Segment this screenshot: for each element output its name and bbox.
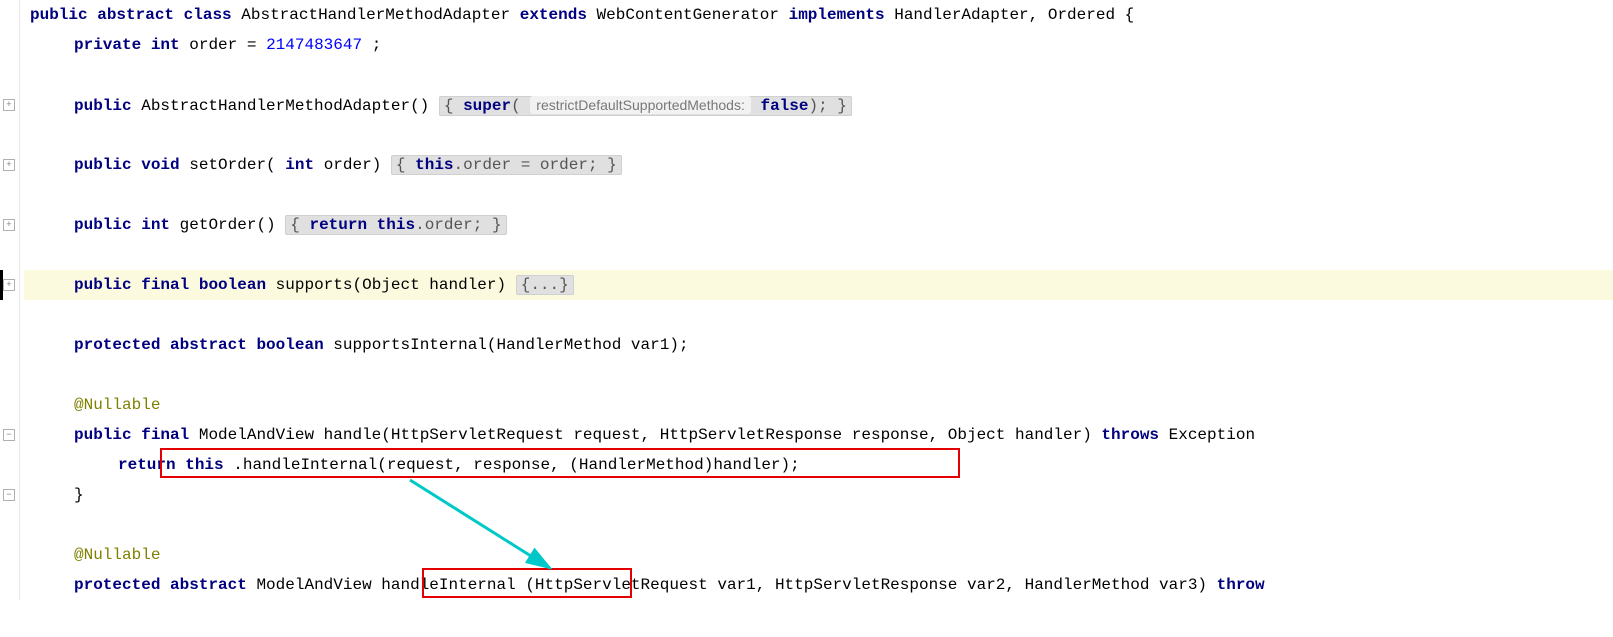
code-line[interactable]: private int order = 2147483647 ; xyxy=(24,30,1613,60)
fold-toggle-icon[interactable]: + xyxy=(3,159,15,171)
code-text: order = xyxy=(189,36,266,54)
keyword: class xyxy=(184,6,232,24)
code-text: setOrder( xyxy=(189,156,275,174)
caret-indicator xyxy=(0,270,3,300)
keyword: boolean xyxy=(199,276,266,294)
type-name: WebContentGenerator xyxy=(597,6,779,24)
keyword: this xyxy=(185,456,223,474)
keyword: public xyxy=(74,426,132,444)
keyword: int xyxy=(285,156,314,174)
code-line[interactable]: public AbstractHandlerMethodAdapter() { … xyxy=(24,90,1613,120)
code-line[interactable]: return this .handleInternal(request, res… xyxy=(24,450,1613,480)
code-text: (HttpServletRequest var1, HttpServletRes… xyxy=(525,576,1216,594)
code-text: order) xyxy=(324,156,382,174)
code-line-blank[interactable] xyxy=(24,240,1613,270)
code-text: } xyxy=(74,486,84,504)
code-line-blank[interactable] xyxy=(24,510,1613,540)
code-line-blank[interactable] xyxy=(24,60,1613,90)
keyword: public xyxy=(30,6,88,24)
keyword: throw xyxy=(1217,576,1265,594)
method-name: handleInternal xyxy=(381,576,515,594)
parameter-hint: restrictDefaultSupportedMethods: xyxy=(530,96,751,114)
folded-block[interactable]: { return this.order; } xyxy=(285,215,506,235)
keyword: int xyxy=(151,36,180,54)
code-text: ; xyxy=(372,36,382,54)
keyword: abstract xyxy=(170,576,247,594)
keyword: public xyxy=(74,216,132,234)
code-text: supportsInternal(HandlerMethod var1); xyxy=(333,336,688,354)
keyword: abstract xyxy=(170,336,247,354)
type-name: ModelAndView xyxy=(256,576,381,594)
keyword: protected xyxy=(74,576,160,594)
class-name: AbstractHandlerMethodAdapter xyxy=(241,6,510,24)
code-line[interactable]: public final ModelAndView handle(HttpSer… xyxy=(24,420,1613,450)
annotation: @Nullable xyxy=(74,546,160,564)
keyword: final xyxy=(141,276,189,294)
fold-toggle-icon[interactable]: + xyxy=(3,99,15,111)
code-line-blank[interactable] xyxy=(24,360,1613,390)
fold-toggle-icon[interactable]: + xyxy=(3,219,15,231)
keyword: extends xyxy=(520,6,587,24)
code-line[interactable]: public int getOrder() { return this.orde… xyxy=(24,210,1613,240)
code-line[interactable]: @Nullable xyxy=(24,540,1613,570)
keyword: protected xyxy=(74,336,160,354)
keyword: void xyxy=(141,156,179,174)
keyword: abstract xyxy=(97,6,174,24)
type-name: ModelAndView xyxy=(199,426,314,444)
code-text: HandlerAdapter, Ordered { xyxy=(894,6,1134,24)
keyword: final xyxy=(141,426,189,444)
keyword: return xyxy=(118,456,185,474)
number-literal: 2147483647 xyxy=(266,36,362,54)
fold-toggle-icon[interactable]: + xyxy=(3,279,15,291)
code-line[interactable]: protected abstract boolean supportsInter… xyxy=(24,330,1613,360)
folded-block[interactable]: { super( restrictDefaultSupportedMethods… xyxy=(439,96,852,116)
folded-block[interactable]: {...} xyxy=(516,275,574,295)
code-text: Exception xyxy=(1169,426,1255,444)
code-text: getOrder() xyxy=(180,216,276,234)
editor-gutter: + + + + − − xyxy=(0,0,20,600)
code-line-blank[interactable] xyxy=(24,300,1613,330)
keyword: implements xyxy=(789,6,885,24)
code-text: handle(HttpServletRequest request, HttpS… xyxy=(324,426,1092,444)
code-editor[interactable]: public abstract class AbstractHandlerMet… xyxy=(24,0,1613,600)
keyword: public xyxy=(74,97,132,115)
keyword: public xyxy=(74,276,132,294)
keyword: public xyxy=(74,156,132,174)
code-line-blank[interactable] xyxy=(24,120,1613,150)
code-line[interactable]: @Nullable xyxy=(24,390,1613,420)
annotation: @Nullable xyxy=(74,396,160,414)
folded-block[interactable]: { this.order = order; } xyxy=(391,155,622,175)
code-line-blank[interactable] xyxy=(24,180,1613,210)
keyword: throws xyxy=(1101,426,1159,444)
code-line[interactable]: public abstract class AbstractHandlerMet… xyxy=(24,0,1613,30)
code-text: AbstractHandlerMethodAdapter() xyxy=(141,97,429,115)
code-text: supports(Object handler) xyxy=(276,276,516,294)
code-line[interactable]: public void setOrder( int order) { this.… xyxy=(24,150,1613,180)
code-line-current[interactable]: public final boolean supports(Object han… xyxy=(24,270,1613,300)
code-line[interactable]: } xyxy=(24,480,1613,510)
code-text: .handleInternal(request, response, (Hand… xyxy=(233,456,800,474)
fold-toggle-icon[interactable]: − xyxy=(3,429,15,441)
fold-toggle-icon[interactable]: − xyxy=(3,489,15,501)
code-line[interactable]: protected abstract ModelAndView handleIn… xyxy=(24,570,1613,600)
keyword: int xyxy=(141,216,170,234)
keyword: private xyxy=(74,36,141,54)
keyword: boolean xyxy=(256,336,323,354)
